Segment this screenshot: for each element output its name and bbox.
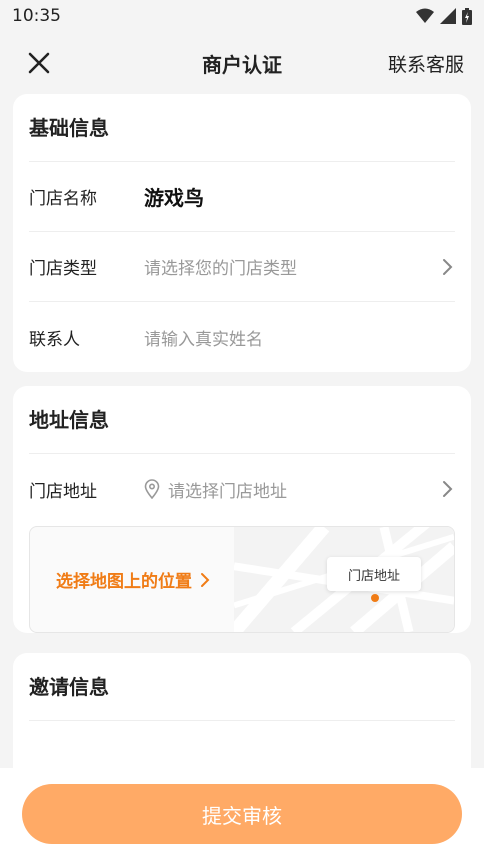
close-button[interactable] — [24, 48, 54, 78]
address-info-title: 地址信息 — [29, 386, 455, 454]
address-info-card: 地址信息 门店地址 请选择门店地址 选择地图上的位置 门店地址 — [13, 386, 471, 633]
signal-icon — [440, 8, 456, 24]
status-time: 10:35 — [12, 6, 61, 26]
invite-info-title: 邀请信息 — [29, 653, 455, 721]
store-name-value: 游戏鸟 — [144, 186, 204, 210]
basic-info-card: 基础信息 门店名称 游戏鸟 门店类型 请选择您的门店类型 联系人 请输入真实姓名 — [13, 94, 471, 372]
map-address-tag: 门店地址 — [327, 557, 421, 591]
chevron-right-icon — [201, 572, 210, 587]
wifi-icon — [416, 8, 434, 23]
store-type-row[interactable]: 门店类型 请选择您的门店类型 — [29, 232, 455, 302]
status-icons — [416, 7, 472, 25]
chevron-right-icon — [443, 481, 453, 497]
basic-info-title: 基础信息 — [29, 94, 455, 162]
close-icon — [28, 52, 50, 74]
contact-person-label: 联系人 — [29, 329, 80, 350]
store-type-label: 门店类型 — [29, 259, 97, 279]
status-bar: 10:35 — [0, 0, 484, 32]
store-type-placeholder: 请选择您的门店类型 — [144, 259, 297, 279]
contact-person-row[interactable]: 联系人 请输入真实姓名 — [29, 302, 455, 372]
location-pin-icon — [144, 479, 160, 499]
bottom-bar: 提交审核 — [0, 768, 484, 860]
header: 商户认证 联系客服 — [0, 32, 484, 94]
store-address-row[interactable]: 门店地址 请选择门店地址 — [29, 454, 455, 524]
store-address-value: 请选择门店地址 — [144, 477, 441, 502]
contact-service-button[interactable]: 联系客服 — [388, 50, 464, 77]
battery-icon — [462, 7, 472, 25]
store-address-placeholder: 请选择门店地址 — [168, 481, 287, 502]
select-location-link[interactable]: 选择地图上的位置 — [56, 567, 210, 592]
store-name-label: 门店名称 — [29, 189, 97, 209]
map-picker[interactable]: 选择地图上的位置 门店地址 — [29, 526, 455, 633]
submit-button[interactable]: 提交审核 — [22, 784, 462, 844]
select-location-label: 选择地图上的位置 — [56, 572, 192, 592]
store-address-label: 门店地址 — [29, 481, 97, 502]
chevron-right-icon — [443, 258, 453, 275]
map-marker — [371, 594, 379, 602]
store-name-row: 门店名称 游戏鸟 — [29, 162, 455, 232]
contact-person-input[interactable]: 请输入真实姓名 — [144, 325, 455, 350]
